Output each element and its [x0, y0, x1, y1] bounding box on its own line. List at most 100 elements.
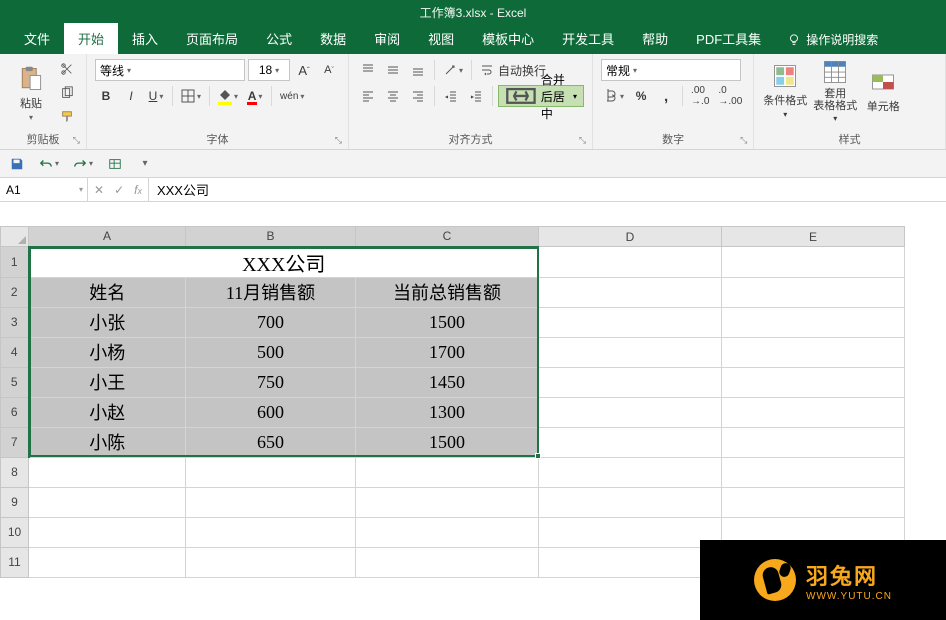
save-button[interactable] — [6, 153, 28, 175]
table-cell[interactable]: 小王 — [29, 367, 186, 397]
column-header[interactable]: C — [356, 227, 539, 247]
borders-button[interactable] — [178, 85, 204, 107]
tab-home[interactable]: 开始 — [64, 23, 118, 54]
increase-font-button[interactable]: Aˆ — [293, 59, 315, 81]
table-header-cell[interactable]: 当前总销售额 — [356, 277, 539, 307]
tab-data[interactable]: 数据 — [306, 23, 360, 54]
format-as-table-button[interactable]: 套用 表格格式▾ — [812, 58, 858, 123]
number-format-select[interactable]: 常规 — [601, 59, 741, 81]
tab-insert[interactable]: 插入 — [118, 23, 172, 54]
column-header[interactable]: B — [186, 227, 356, 247]
align-bottom-button[interactable] — [407, 59, 429, 81]
orientation-button[interactable] — [440, 59, 466, 81]
copy-icon — [60, 86, 74, 100]
font-color-button[interactable]: A — [244, 85, 266, 107]
increase-indent-button[interactable] — [465, 85, 487, 107]
brush-icon — [60, 110, 74, 124]
table-cell[interactable]: 小赵 — [29, 397, 186, 427]
align-left-button[interactable] — [357, 85, 379, 107]
decrease-font-button[interactable]: Aˇ — [318, 59, 340, 81]
enter-formula-button[interactable]: ✓ — [114, 183, 124, 197]
row-header[interactable]: 2 — [1, 277, 29, 307]
dialog-launcher-icon[interactable]: ⤡ — [740, 135, 747, 146]
row-header[interactable]: 10 — [1, 517, 29, 547]
qat-customize-button[interactable]: ▾ — [134, 153, 156, 175]
table-cell[interactable]: 750 — [186, 367, 356, 397]
row-header[interactable]: 3 — [1, 307, 29, 337]
tab-view[interactable]: 视图 — [414, 23, 468, 54]
table-cell[interactable]: 小张 — [29, 307, 186, 337]
table-cell[interactable]: 1300 — [356, 397, 539, 427]
row-header[interactable]: 6 — [1, 397, 29, 427]
italic-button[interactable]: I — [120, 85, 142, 107]
row-header[interactable]: 5 — [1, 367, 29, 397]
underline-button[interactable]: U — [145, 85, 167, 107]
column-header[interactable]: D — [539, 227, 722, 247]
qat-more-button[interactable] — [104, 153, 126, 175]
table-cell[interactable]: 1700 — [356, 337, 539, 367]
font-name-input[interactable]: 等线 — [95, 59, 245, 81]
align-right-button[interactable] — [407, 85, 429, 107]
table-cell[interactable]: 650 — [186, 427, 356, 457]
table-cell[interactable]: 1500 — [356, 427, 539, 457]
cut-button[interactable] — [56, 58, 78, 80]
column-header[interactable]: A — [29, 227, 186, 247]
table-cell[interactable]: 600 — [186, 397, 356, 427]
cancel-formula-button[interactable]: ✕ — [94, 183, 104, 197]
bold-button[interactable]: B — [95, 85, 117, 107]
tab-formulas[interactable]: 公式 — [252, 23, 306, 54]
tell-me[interactable]: 操作说明搜索 — [775, 25, 890, 54]
dialog-launcher-icon[interactable]: ⤡ — [335, 135, 342, 146]
table-cell[interactable]: 1500 — [356, 307, 539, 337]
table-cell[interactable]: 700 — [186, 307, 356, 337]
increase-decimal-button[interactable]: .00→.0 — [688, 85, 712, 107]
merged-title-cell[interactable]: XXX公司 — [29, 247, 539, 278]
tab-help[interactable]: 帮助 — [628, 23, 682, 54]
formula-bar[interactable]: XXX公司 — [149, 178, 946, 201]
name-box[interactable]: A1 — [0, 178, 88, 201]
paste-button[interactable]: 粘贴 ▾ — [8, 58, 54, 128]
align-middle-button[interactable] — [382, 59, 404, 81]
conditional-formatting-button[interactable]: 条件格式▾ — [762, 58, 808, 123]
scissors-icon — [60, 62, 74, 76]
percent-button[interactable]: % — [630, 85, 652, 107]
merge-center-button[interactable]: 合并后居中 ▾ — [498, 85, 584, 107]
tab-pdf[interactable]: PDF工具集 — [682, 23, 775, 54]
cell-styles-button[interactable]: 单元格 — [862, 58, 904, 123]
tab-layout[interactable]: 页面布局 — [172, 23, 252, 54]
table-cell[interactable]: 500 — [186, 337, 356, 367]
worksheet-grid[interactable]: ABCDE1XXX公司2姓名11月销售额当前总销售额3小张70015004小杨5… — [0, 226, 946, 578]
redo-button[interactable] — [70, 153, 96, 175]
table-header-cell[interactable]: 姓名 — [29, 277, 186, 307]
tab-file[interactable]: 文件 — [10, 23, 64, 54]
row-header[interactable]: 7 — [1, 427, 29, 457]
tab-developer[interactable]: 开发工具 — [548, 23, 628, 54]
format-painter-button[interactable] — [56, 106, 78, 128]
table-cell[interactable]: 1450 — [356, 367, 539, 397]
table-header-cell[interactable]: 11月销售额 — [186, 277, 356, 307]
dialog-launcher-icon[interactable]: ⤡ — [73, 135, 80, 146]
row-header[interactable]: 11 — [1, 547, 29, 577]
table-cell[interactable]: 小杨 — [29, 337, 186, 367]
tab-review[interactable]: 审阅 — [360, 23, 414, 54]
insert-function-button[interactable]: fx — [134, 183, 142, 197]
fill-color-button[interactable] — [215, 85, 241, 107]
decrease-indent-button[interactable] — [440, 85, 462, 107]
font-size-input[interactable]: 18 — [248, 59, 290, 81]
phonetic-button[interactable]: wén — [277, 85, 307, 107]
align-top-button[interactable] — [357, 59, 379, 81]
accounting-format-button[interactable] — [601, 85, 627, 107]
align-center-button[interactable] — [382, 85, 404, 107]
row-header[interactable]: 8 — [1, 457, 29, 487]
row-header[interactable]: 9 — [1, 487, 29, 517]
row-header[interactable]: 1 — [1, 247, 29, 278]
comma-button[interactable]: , — [655, 85, 677, 107]
column-header[interactable]: E — [722, 227, 905, 247]
decrease-decimal-button[interactable]: .0→.00 — [715, 85, 745, 107]
row-header[interactable]: 4 — [1, 337, 29, 367]
copy-button[interactable] — [56, 82, 78, 104]
undo-button[interactable] — [36, 153, 62, 175]
dialog-launcher-icon[interactable]: ⤡ — [579, 135, 586, 146]
table-cell[interactable]: 小陈 — [29, 427, 186, 457]
tab-template[interactable]: 模板中心 — [468, 23, 548, 54]
